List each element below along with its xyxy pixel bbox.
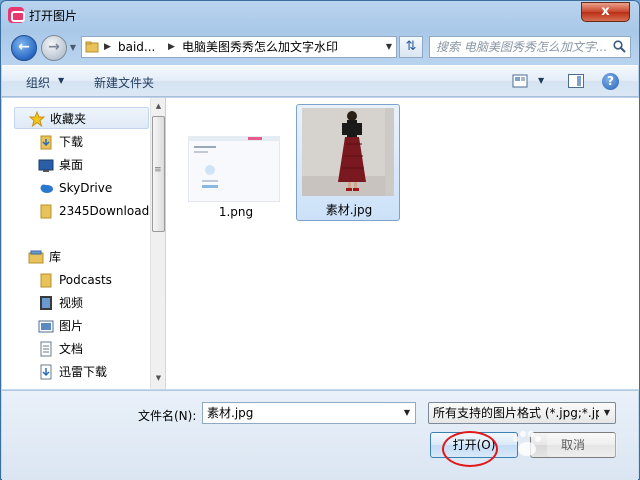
window-title: 打开图片 [29,9,78,23]
refresh-icon: ⇅ [405,39,417,54]
dialog-footer: 文件名(N): 素材.jpg ▼ 所有支持的图片格式 (*.jpg;*.jp ▼… [2,390,638,480]
filename-input[interactable]: 素材.jpg ▼ [202,402,416,424]
new-folder-button[interactable]: 新建文件夹 [94,74,154,91]
breadcrumb-arrow-icon[interactable]: ▶ [104,40,111,54]
address-bar[interactable]: ▶ baid... ▶ 电脑美图秀秀怎么加文字水印 ▼ [81,36,397,58]
nav-scrollbar[interactable]: ▲ ▼ [150,98,165,389]
nav-item-podcasts[interactable]: Podcasts [2,269,150,291]
filetype-value: 所有支持的图片格式 (*.jpg;*.jp [433,406,599,420]
close-button[interactable]: x [581,2,630,22]
nav-label: 库 [49,250,62,264]
help-button[interactable]: ? [602,73,619,90]
desktop-icon [38,159,54,172]
nav-label: 2345Downloads [59,204,156,218]
nav-item-desktop[interactable]: 桌面 [2,154,150,176]
nav-item-skydrive[interactable]: SkyDrive [2,177,150,199]
breadcrumb-segment-2[interactable]: 电脑美图秀秀怎么加文字水印 [182,40,338,54]
breadcrumb-arrow-icon[interactable]: ▶ [168,40,175,54]
nav-item-documents[interactable]: 文档 [2,338,150,360]
nav-label: 迅雷下载 [59,365,108,379]
forward-button[interactable]: → [41,35,67,61]
back-button[interactable]: ← [11,35,37,61]
nav-item-downloads[interactable]: 下载 [2,131,150,153]
filename-value: 素材.jpg [207,406,254,420]
nav-item-videos[interactable]: 视频 [2,292,150,314]
preview-pane-icon[interactable] [568,74,584,88]
skydrive-cloud-icon [40,184,53,193]
change-view-icon[interactable] [512,74,528,88]
open-button[interactable]: 打开(O) [430,432,518,458]
search-box[interactable]: 搜索 电脑美图秀秀怎么加文字... [429,36,631,58]
nav-label: 图片 [59,319,84,333]
scroll-up-icon[interactable]: ▲ [153,102,164,112]
filename-label: 文件名(N): [138,409,197,423]
nav-item-pictures[interactable]: 图片 [2,315,150,337]
title-bar: 打开图片 x [1,1,639,29]
nav-label: 下载 [59,135,84,149]
file-name: 素材.jpg [325,203,373,217]
back-arrow-icon: ← [18,39,30,55]
nav-label: 视频 [59,296,84,310]
breadcrumb-segment-1[interactable]: baid... [118,40,155,54]
chevron-down-icon: ▼ [603,408,611,417]
nav-label: 收藏夹 [50,112,87,126]
documents-icon [40,341,52,357]
jpg-thumbnail-woman-in-red-skirt [302,108,394,196]
cancel-button[interactable]: 取消 [530,432,616,458]
video-icon [40,296,52,310]
scroll-down-icon[interactable]: ▼ [153,374,164,384]
open-image-dialog: 打开图片 x ← → ▼ ▶ baid... ▶ 电脑美图秀秀怎么加文字水印 ▼… [0,0,640,480]
filename-dropdown-icon[interactable]: ▼ [401,403,413,423]
search-placeholder: 搜索 电脑美图秀秀怎么加文字... [436,40,608,54]
nav-favorites[interactable]: 收藏夹 [14,107,149,129]
download-folder-icon [40,135,52,150]
organize-menu-button[interactable]: 组织 [26,74,50,91]
file-list: 1.png 素材.jpg [166,98,639,389]
nav-label: SkyDrive [59,181,113,195]
chevron-down-icon: ▼ [58,76,65,85]
command-toolbar: 组织 ▼ 新建文件夹 ▼ ? [2,65,638,97]
navigation-pane: 收藏夹 下载 桌面 SkyDrive 2345Downloads 库 Podca… [2,98,165,389]
nav-label: 文档 [59,342,84,356]
address-dropdown-icon[interactable]: ▼ [382,37,396,57]
nav-label: Podcasts [59,273,112,287]
nav-item-2345downloads[interactable]: 2345Downloads [2,200,155,222]
recent-locations-dropdown[interactable]: ▼ [67,41,79,55]
star-icon [29,111,45,127]
file-item-sucai-jpg[interactable]: 素材.jpg [296,104,400,221]
folder-icon [40,273,52,288]
forward-arrow-icon: → [48,39,60,55]
folder-icon [40,204,52,219]
folder-icon [85,41,99,53]
refresh-button[interactable]: ⇅ [399,36,423,58]
scrollbar-thumb[interactable] [152,116,165,232]
view-options-dropdown[interactable]: ▼ [538,76,544,85]
nav-label: 桌面 [59,158,84,172]
meitu-app-icon [8,7,25,23]
file-name: 1.png [218,205,254,219]
filetype-select[interactable]: 所有支持的图片格式 (*.jpg;*.jp ▼ [428,402,616,424]
download-icon [40,364,52,380]
search-icon [613,40,626,53]
file-item-1-png[interactable]: 1.png [184,106,288,224]
nav-item-thunder-downloads[interactable]: 迅雷下载 [2,361,150,383]
pictures-icon [38,320,54,333]
png-thumbnail [188,136,280,202]
library-icon [28,250,44,264]
nav-libraries[interactable]: 库 [2,246,150,268]
